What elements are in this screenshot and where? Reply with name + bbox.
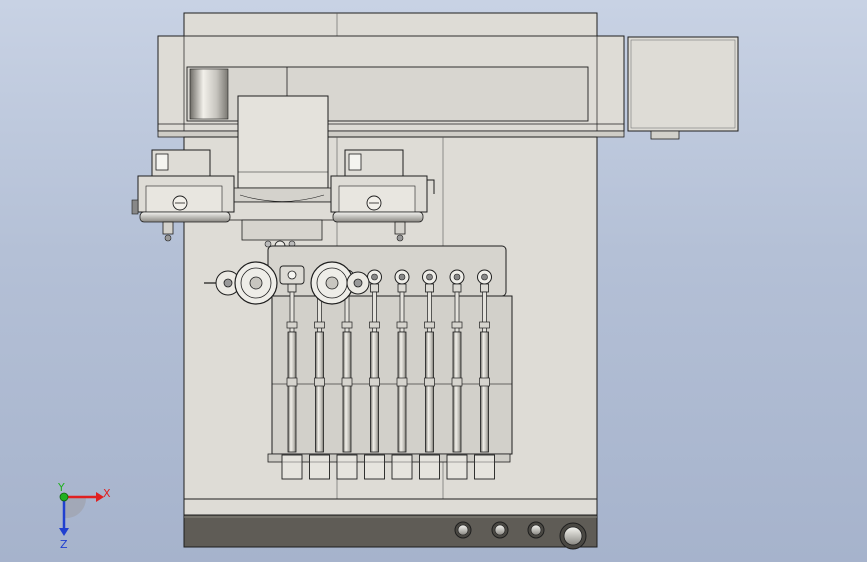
upper-housing bbox=[157, 35, 625, 138]
control-knob-1[interactable] bbox=[454, 521, 472, 539]
machine-drawing: X Y Z bbox=[57, 12, 739, 551]
coordinate-triad: X Y Z bbox=[57, 481, 111, 551]
side-motor-box bbox=[627, 36, 739, 140]
control-knob-2[interactable] bbox=[491, 521, 509, 539]
y-axis-label: Y bbox=[57, 481, 65, 494]
needle-carriage bbox=[267, 245, 513, 463]
cad-viewport[interactable]: X Y Z bbox=[0, 0, 867, 562]
x-axis-label: X bbox=[103, 487, 111, 500]
top-plate bbox=[183, 12, 598, 38]
power-knob[interactable] bbox=[559, 522, 587, 550]
control-knob-3[interactable] bbox=[527, 521, 545, 539]
y-axis-arrow bbox=[59, 492, 69, 502]
roller-cylinder bbox=[189, 68, 229, 120]
z-axis-label: Z bbox=[60, 538, 68, 551]
